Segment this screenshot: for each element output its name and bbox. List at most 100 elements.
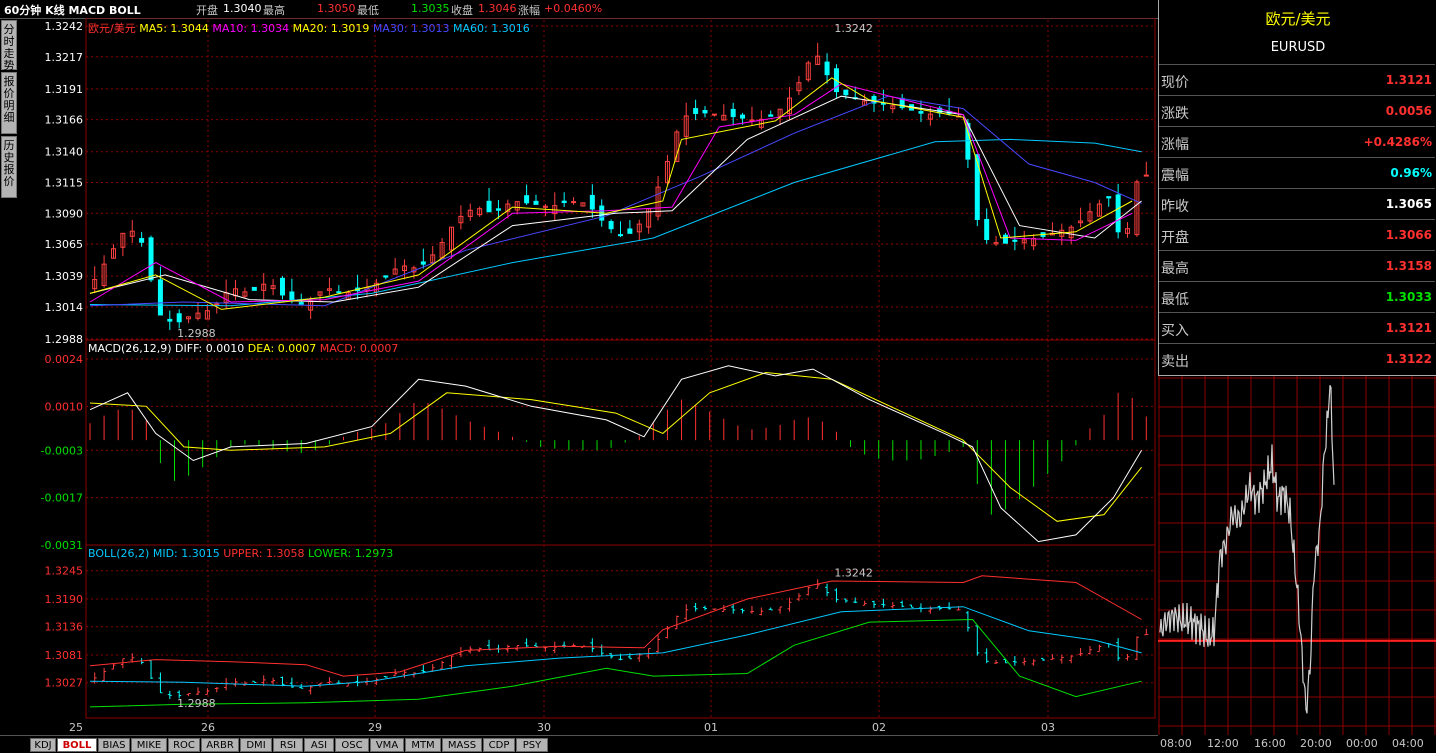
indicator-tab-asi[interactable]: ASI [304,738,334,752]
candle-body [1002,234,1008,244]
indicator-tab-arbr[interactable]: ARBR [201,738,239,752]
candle-body [608,221,614,230]
candle-body [298,302,304,305]
ma60-line [89,138,1142,307]
candle-body [533,200,539,205]
quote-row: 卖出 1.3122 [1159,343,1435,375]
high-label: 最高 [263,4,285,17]
low-annotation: 1.2988 [177,697,216,710]
candle-body [176,313,182,323]
intraday-time-label: 16:00 [1254,737,1286,750]
x-tick-label: 26 [201,721,215,734]
open-value: 1.3040 [223,2,262,15]
legend-item: MA10: 1.3034 [212,22,292,35]
legend-item: MA60: 1.3016 [453,22,530,35]
indicator-tab-dmi[interactable]: DMI [240,738,272,752]
indicator-tab-mtm[interactable]: MTM [405,738,441,752]
quote-row-value: 1.3158 [1385,259,1432,273]
low-value: 1.3035 [411,2,450,15]
indicator-tab-mike[interactable]: MIKE [131,738,167,752]
high-annotation: 1.3242 [834,566,873,579]
legend-item: MACD: 0.0007 [320,342,399,355]
legend-item: LOWER: 1.2973 [308,547,393,560]
diff-line [89,365,1143,543]
change-value: +0.0460% [544,2,603,15]
price-y-tick: 1.3090 [45,207,84,220]
macd-y-tick: -0.0031 [41,539,83,552]
intraday-time-label: 04:00 [1392,737,1424,750]
close-value: 1.3046 [478,2,517,15]
price-y-tick: 1.3039 [45,270,84,283]
indicator-tab-bias[interactable]: BIAS [98,738,130,752]
indicator-tab-kdj[interactable]: KDJ [30,738,56,752]
intraday-time-label: 12:00 [1207,737,1239,750]
quote-row-value: +0.4286% [1363,135,1432,149]
quote-row: 涨跌 0.0056 [1159,95,1435,127]
indicator-tab-boll[interactable]: BOLL [57,738,97,752]
candle-body [383,275,389,278]
indicator-tab-osc[interactable]: OSC [335,738,369,752]
indicator-tab-rsi[interactable]: RSI [273,738,303,752]
boll-mid-line [89,606,1142,687]
indicator-tab-vma[interactable]: VMA [370,738,404,752]
info-bar: 60分钟 K线 MACD BOLL 开盘 1.3040 最高 1.3050 最低… [0,0,1158,19]
candle-body [627,228,633,234]
macd-y-tick: -0.0017 [41,492,83,505]
x-tick-label: 25 [69,721,83,734]
indicator-tab-roc[interactable]: ROC [168,738,200,752]
boll-y-tick: 1.3081 [45,649,84,662]
x-tick-label: 02 [872,721,886,734]
boll-y-tick: 1.3136 [45,621,84,634]
candle-body [495,208,501,211]
candle-body [711,113,717,116]
indicator-tab-psy[interactable]: PSY [516,738,548,752]
boll-upper-line [89,575,1142,677]
quote-row: 震幅 0.96% [1159,157,1435,189]
quote-row-value: 1.3121 [1385,321,1432,335]
price-y-tick: 1.2988 [45,333,84,346]
legend-item: MA20: 1.3019 [293,22,373,35]
candle-body [693,108,699,114]
open-label: 开盘 [196,4,218,17]
candle-body [420,261,426,265]
low-annotation: 1.2988 [177,327,216,340]
candle-body [571,201,577,204]
indicator-tab-mass[interactable]: MASS [442,738,482,752]
candle-body [768,114,774,117]
x-tick-label: 30 [537,721,551,734]
macd-y-tick: -0.0003 [41,444,83,457]
quote-row: 买入 1.3121 [1159,312,1435,344]
candle-body [1143,174,1149,177]
low-label: 最低 [357,4,379,17]
price-y-tick: 1.3014 [45,301,84,314]
candle-body [730,108,736,118]
panel-legend: MACD(26,12,9) DIFF: 0.0010 DEA: 0.0007 M… [88,342,398,355]
quote-row-value: 1.3066 [1385,228,1432,242]
candle-body [1012,239,1018,242]
candle-body [702,110,708,114]
quote-row-label: 昨收 [1161,199,1189,215]
dea-line [89,371,1142,522]
quote-row-label: 涨跌 [1161,106,1189,122]
quote-row-value: 1.3121 [1385,73,1432,87]
legend-item: DIFF: 0.0010 [175,342,248,355]
quote-row-label: 涨幅 [1161,137,1189,153]
candle-body [1115,194,1121,233]
candle-body [824,61,830,76]
candle-body [486,200,492,213]
legend-title: MACD(26,12,9) [88,342,175,355]
boll-y-tick: 1.3245 [45,565,84,578]
candle-body [740,114,746,119]
quote-row-label: 买入 [1161,323,1189,339]
intraday-chart[interactable] [1158,376,1436,735]
x-tick-label: 03 [1041,721,1055,734]
indicator-tab-bar: KDJ BOLL BIAS MIKE ROC ARBR DMI RSI ASI OSC VMA MTM… [0,735,1158,753]
candle-body [1106,196,1112,199]
chart-area[interactable]: 25 26 29 30 01 02 03 1.3242 1.3217 1.3191 1.3166 1.… [0,18,1158,735]
quote-row-label: 卖出 [1161,354,1189,370]
price-y-tick: 1.3140 [45,146,84,159]
indicator-tab-cdp[interactable]: CDP [483,738,515,752]
quote-row: 昨收 1.3065 [1159,188,1435,220]
period-label: 60分钟 K线 MACD BOLL [4,4,141,17]
candle-body [279,277,285,296]
